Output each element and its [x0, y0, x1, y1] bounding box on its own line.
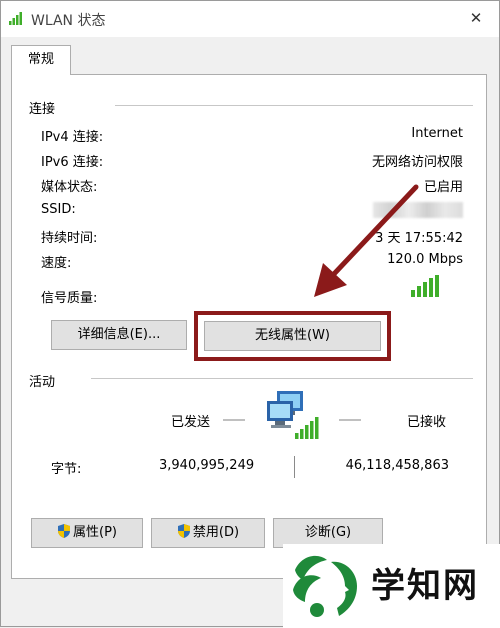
speed-label: 速度: [41, 256, 72, 271]
leaf-face-logo-icon [293, 555, 357, 617]
signal-quality-label: 信号质量: [41, 291, 98, 306]
duration-label: 持续时间: [41, 231, 98, 246]
uac-shield-icon [177, 524, 190, 538]
disable-button-label: 禁用(D) [192, 525, 240, 540]
annotation-highlight-box [194, 311, 391, 361]
media-state-value: 已启用 [423, 180, 463, 195]
received-dash [339, 419, 361, 421]
connection-group-line [115, 105, 473, 106]
bytes-sent-value: 3,940,995,249 [159, 458, 255, 473]
activity-group-title: 活动 [29, 375, 56, 390]
title-bar: WLAN 状态 ✕ [1, 1, 499, 37]
received-label: 已接收 [407, 415, 447, 430]
tab-general[interactable]: 常规 [11, 45, 71, 75]
disable-button[interactable]: 禁用(D) [151, 518, 265, 548]
ssid-value-redacted [373, 202, 463, 218]
sent-label: 已发送 [171, 415, 211, 430]
sent-dash [223, 419, 245, 421]
watermark: 学知网 [283, 544, 500, 628]
bytes-received-value: 46,118,458,863 [345, 458, 449, 473]
signal-bars-icon [411, 275, 439, 297]
connection-group-title: 连接 [29, 102, 56, 117]
duration-value: 3 天 17:55:42 [375, 231, 463, 246]
properties-button[interactable]: 属性(P) [31, 518, 143, 548]
speed-value: 120.0 Mbps [387, 252, 463, 267]
uac-shield-icon [58, 524, 70, 538]
wlan-status-dialog: WLAN 状态 ✕ 常规 连接 IPv4 连接: Internet IPv6 连… [0, 0, 500, 628]
ipv6-label: IPv6 连接: [41, 155, 104, 170]
close-button[interactable]: ✕ [459, 3, 493, 33]
ipv6-value: 无网络访问权限 [371, 155, 463, 170]
properties-button-label: 属性(P) [73, 525, 117, 540]
network-computers-icon [267, 391, 319, 439]
ipv4-value: Internet [411, 126, 463, 141]
watermark-text: 学知网 [371, 566, 479, 606]
ssid-label: SSID: [41, 202, 76, 217]
window-title: WLAN 状态 [31, 13, 106, 29]
activity-group-line [91, 378, 473, 379]
media-state-label: 媒体状态: [41, 180, 98, 195]
wifi-signal-icon [9, 12, 22, 25]
bytes-separator [294, 456, 295, 478]
ipv4-label: IPv4 连接: [41, 130, 104, 145]
details-button[interactable]: 详细信息(E)... [51, 320, 187, 350]
bytes-label: 字节: [51, 462, 82, 477]
